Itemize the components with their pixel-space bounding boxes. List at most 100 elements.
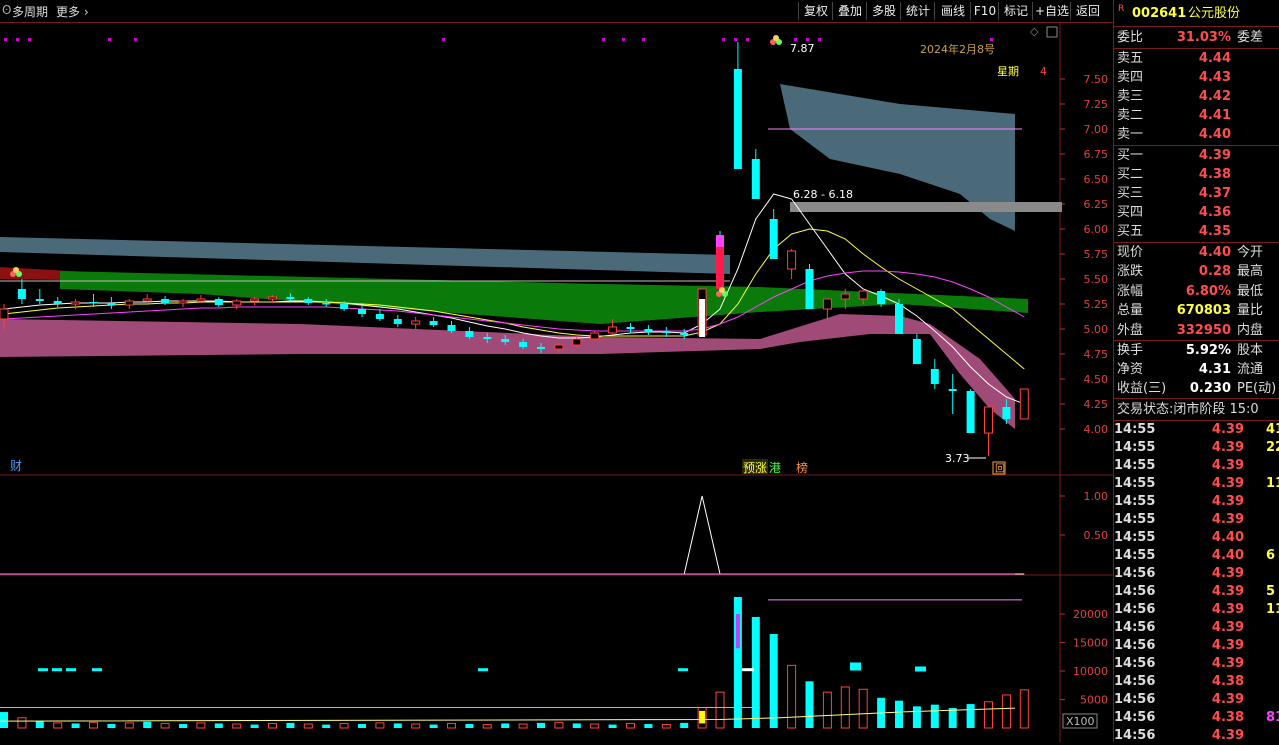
candle-body — [393, 319, 402, 324]
tick-price: 4.40 — [1211, 548, 1244, 563]
tick-price: 4.39 — [1211, 476, 1244, 491]
volume-bar — [196, 722, 206, 729]
ask-3-row: 卖二 4.41 — [1117, 106, 1277, 125]
tick-volume: 5 — [1266, 584, 1276, 599]
bid-2-value: 4.37 — [1198, 186, 1231, 201]
tick-price: 4.40 — [1211, 530, 1244, 545]
toolbar-button-6[interactable]: 标记 — [998, 2, 1033, 20]
period-menu[interactable]: 多周期 — [12, 3, 48, 20]
volume-bar — [429, 724, 438, 728]
y-tick-label: 5.25 — [1084, 298, 1109, 311]
stat-4-value: 332950 — [1176, 322, 1231, 338]
candle-body — [358, 309, 366, 314]
stat-0-label2: 今开 — [1237, 245, 1264, 260]
stat2-1-label: 净资 — [1117, 362, 1144, 377]
collapse-icon[interactable]: ʘ — [2, 3, 11, 17]
top-dot — [602, 38, 605, 41]
bid-0-label: 买一 — [1117, 148, 1144, 163]
tick-row: 14:55 4.39 11 — [1114, 475, 1279, 493]
toolbar-button-1[interactable]: 叠加 — [832, 2, 867, 20]
diamond-icon: ◇ — [1030, 25, 1039, 38]
tick-volume: 11 — [1266, 476, 1279, 491]
volume-bar — [53, 722, 63, 729]
ask-4-value: 4.40 — [1198, 127, 1231, 142]
resistance-band — [0, 237, 730, 274]
top-dot — [28, 38, 31, 41]
stat2-2-label: 收益(三) — [1117, 381, 1167, 396]
stock-name: 公元股份 — [1188, 6, 1241, 21]
candle-body — [53, 301, 62, 304]
top-dot — [990, 38, 993, 41]
tick-price: 4.39 — [1211, 494, 1244, 509]
ask-3-value: 4.41 — [1198, 108, 1231, 123]
hui-marker: 回 — [995, 463, 1005, 475]
high-label: 7.87 — [790, 42, 815, 55]
toolbar-button-8[interactable]: 返回 — [1070, 2, 1105, 20]
volume-bar — [124, 722, 134, 729]
candle-body — [501, 339, 510, 342]
volume-bar — [805, 681, 814, 728]
volume-tick — [915, 666, 926, 672]
toolbar-button-5[interactable]: F10 — [970, 2, 999, 20]
top-dot — [622, 38, 625, 41]
top-dot — [108, 38, 111, 41]
weicha-label: 委差 — [1237, 30, 1264, 45]
volume-bar — [608, 724, 617, 728]
volume-bar — [17, 717, 27, 729]
volume-bar — [912, 706, 921, 728]
candle-body — [805, 269, 814, 309]
volume-bar — [769, 634, 778, 728]
volume-bar — [501, 723, 510, 728]
tick-price: 4.39 — [1211, 584, 1244, 599]
stat-2-value: 6.80% — [1185, 283, 1231, 299]
volume-bar — [214, 723, 223, 728]
volume-marker — [735, 614, 740, 649]
tick-time: 14:55 — [1114, 494, 1156, 509]
ask-1-label: 卖四 — [1117, 70, 1144, 85]
y-tick-label: 10000 — [1073, 665, 1108, 678]
candle-body — [17, 289, 26, 299]
volume-bar — [895, 700, 903, 728]
tick-row: 14:56 4.38 81 — [1114, 709, 1279, 727]
y-tick-label: 5.50 — [1084, 273, 1109, 286]
volume-bar — [0, 712, 8, 728]
chart-area: ◇ 4.00 4.25 4.50 4.75 5.00 5.25 5.50 5.75 6.00 6.2… — [0, 22, 1113, 742]
stat-4-label2: 内盘 — [1237, 322, 1264, 338]
toolbar-button-4[interactable]: 画线 — [934, 2, 971, 20]
volume-bar — [984, 701, 993, 729]
y-tick-label: 4.25 — [1084, 398, 1109, 411]
y-tick-label: 1.00 — [1084, 490, 1109, 503]
signal-candle — [699, 299, 706, 337]
more-menu[interactable]: 更多 › — [56, 3, 89, 20]
volume-bar — [107, 724, 116, 728]
toolbar-button-0[interactable]: 复权 — [798, 2, 833, 20]
volume-bar — [465, 724, 474, 728]
stat-3-label2: 量比 — [1237, 303, 1264, 319]
pink-band — [0, 314, 1015, 429]
stat2-2-row: 收益(三) 0.230 PE(动) — [1117, 379, 1277, 398]
candle-body — [286, 297, 295, 299]
candle-body — [519, 342, 528, 347]
toolbar-button-2[interactable]: 多股 — [866, 2, 901, 20]
tick-row: 14:56 4.39 — [1114, 565, 1279, 583]
flower-icon — [13, 267, 19, 273]
toolbar-button-7[interactable]: +自选 — [1032, 2, 1071, 20]
top-dot — [806, 38, 809, 41]
y-tick-label: 7.50 — [1084, 73, 1109, 86]
weibi-value: 31.03% — [1176, 30, 1231, 45]
stat-1-label: 涨跌 — [1117, 264, 1144, 280]
volume-bar — [286, 722, 295, 728]
y-tick-label: 4.75 — [1084, 348, 1109, 361]
weekday-label: 星期 — [997, 65, 1019, 78]
tick-time: 14:55 — [1114, 512, 1156, 527]
y-tick-label: 6.50 — [1084, 173, 1109, 186]
tick-volume: 41 — [1266, 422, 1279, 437]
tick-row: 14:56 4.39 — [1114, 637, 1279, 655]
candle-body — [178, 300, 188, 304]
bid-3-label: 买四 — [1117, 205, 1144, 220]
bid-2-label: 买三 — [1117, 186, 1144, 201]
candle-body — [912, 339, 921, 364]
y-tick-label: 5000 — [1080, 694, 1108, 707]
toolbar-button-3[interactable]: 统计 — [900, 2, 935, 20]
volume-bar — [680, 722, 689, 728]
